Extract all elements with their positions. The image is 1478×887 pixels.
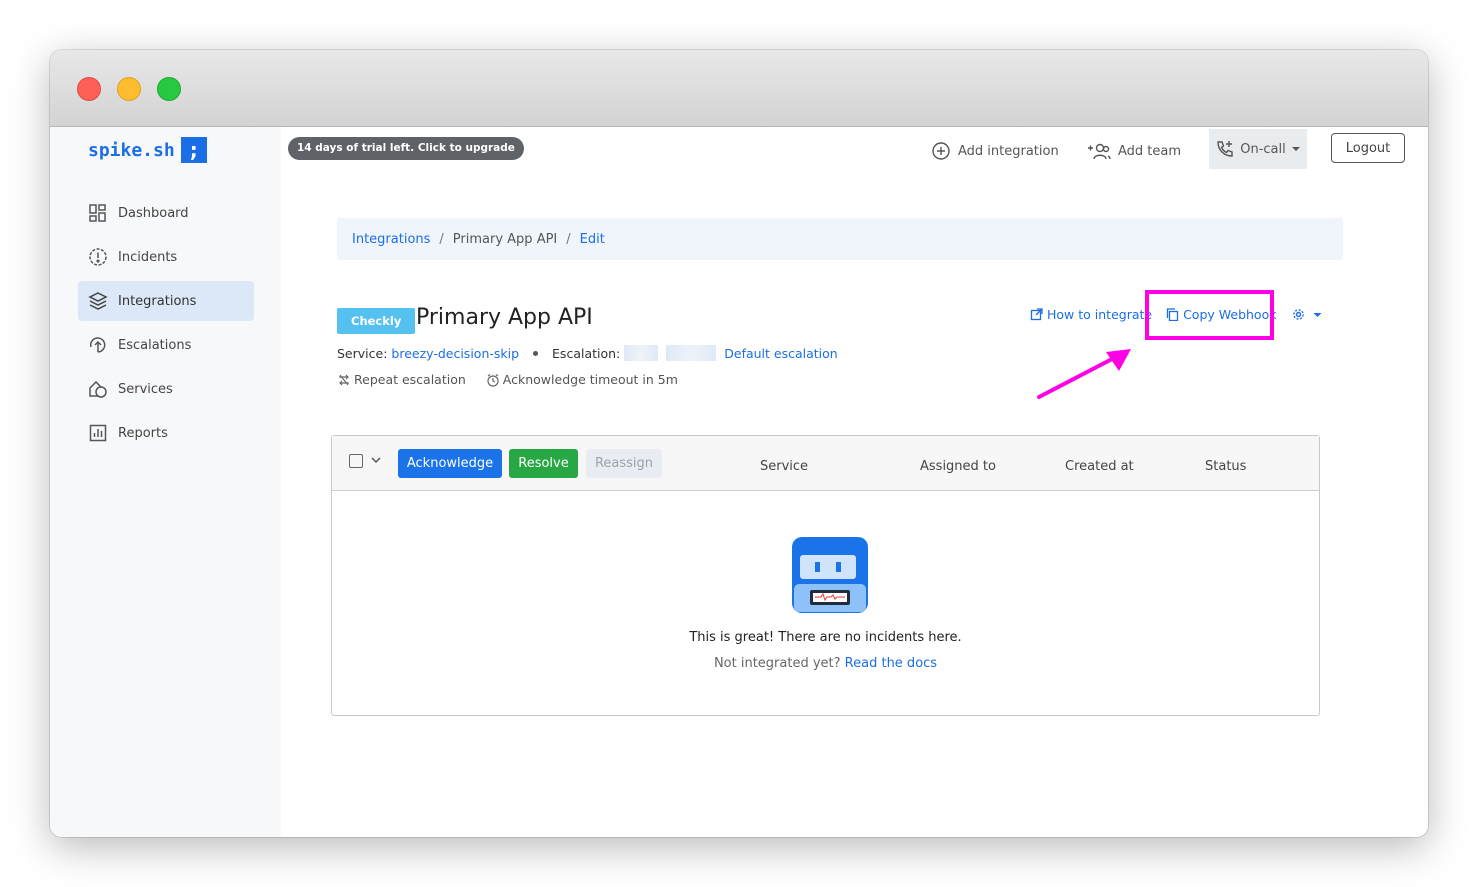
close-window-button[interactable] [77, 77, 101, 101]
sidebar: spike.sh ; Dashboard Incidents Integrati… [50, 127, 281, 837]
empty-state: This is great! There are no incidents he… [332, 536, 1319, 671]
resolve-button[interactable]: Resolve [509, 449, 578, 478]
app-root: spike.sh ; Dashboard Incidents Integrati… [50, 127, 1428, 837]
sidebar-nav: Dashboard Incidents Integrations Escalat… [78, 193, 254, 457]
plus-circle-icon [932, 142, 950, 160]
robot-illustration [791, 537, 868, 613]
add-integration-label: Add integration [958, 143, 1059, 159]
sidebar-item-integrations[interactable]: Integrations [78, 281, 254, 321]
logo[interactable]: spike.sh ; [88, 137, 207, 163]
sidebar-item-label: Escalations [118, 337, 192, 353]
column-header-created-at: Created at [1065, 459, 1134, 474]
sidebar-item-label: Integrations [118, 293, 197, 309]
integrations-icon [88, 292, 108, 310]
on-call-label: On-call [1240, 141, 1286, 157]
reports-icon [89, 424, 107, 442]
add-team-label: Add team [1118, 143, 1182, 159]
main-content: Integrations / Primary App API / Edit Ch… [281, 171, 1428, 837]
alarm-clock-icon [487, 373, 499, 387]
logo-text: spike.sh [88, 139, 175, 161]
breadcrumb-current-integration: Primary App API [452, 231, 558, 247]
escalation-link[interactable]: Default escalation [724, 346, 837, 361]
escalation-label: Escalation: [552, 345, 621, 361]
empty-state-hint: Not integrated yet? Read the docs [332, 656, 1319, 671]
redacted-avatar [666, 345, 717, 361]
table-header: Acknowledge Resolve Reassign Service Ass… [332, 436, 1319, 491]
page-title: Primary App API [416, 305, 593, 330]
sidebar-item-label: Dashboard [118, 205, 189, 221]
breadcrumb-separator: / [566, 231, 571, 247]
minimize-window-button[interactable] [117, 77, 141, 101]
redacted-avatar [624, 345, 659, 361]
on-call-dropdown[interactable]: On-call [1209, 129, 1307, 169]
read-docs-link[interactable]: Read the docs [845, 656, 937, 671]
column-header-service: Service [760, 459, 809, 474]
breadcrumb-separator: / [439, 231, 444, 247]
reassign-button[interactable]: Reassign [586, 449, 662, 478]
sidebar-item-incidents[interactable]: Incidents [78, 237, 254, 277]
caret-down-icon[interactable] [1311, 308, 1324, 321]
sidebar-item-reports[interactable]: Reports [78, 413, 254, 453]
column-header-status: Status [1205, 459, 1247, 474]
window-titlebar [50, 50, 1428, 127]
how-to-integrate-link[interactable]: How to integrate [1047, 307, 1152, 322]
top-bar: 14 days of trial left. Click to upgrade … [281, 127, 1428, 221]
add-integration-button[interactable]: Add integration [931, 132, 1059, 170]
column-header-assigned-to: Assigned to [920, 459, 996, 474]
add-team-icon [1088, 143, 1111, 160]
sidebar-item-label: Reports [118, 425, 168, 441]
integration-meta: Service: breezy-decision-skip Escalation… [337, 345, 838, 361]
repeat-escalation-text: Repeat escalation [354, 372, 466, 387]
trial-banner[interactable]: 14 days of trial left. Click to upgrade [288, 137, 524, 160]
repeat-icon [339, 374, 349, 385]
external-link-icon [1030, 308, 1043, 321]
sidebar-item-services[interactable]: Services [78, 369, 254, 409]
not-integrated-text: Not integrated yet? [713, 656, 841, 671]
caret-down-icon [1291, 147, 1300, 151]
sidebar-item-label: Incidents [118, 249, 178, 265]
breadcrumb-integrations[interactable]: Integrations [352, 232, 430, 247]
service-link[interactable]: breezy-decision-skip [391, 346, 519, 361]
ack-timeout-text: Acknowledge timeout in 5m [502, 372, 678, 387]
incidents-icon [89, 248, 107, 266]
separator-dot [533, 350, 539, 356]
escalations-icon [89, 337, 106, 353]
select-all-checkbox[interactable] [349, 454, 363, 468]
logo-mark: ; [180, 137, 207, 163]
dashboard-icon [89, 204, 106, 222]
browser-window: spike.sh ; Dashboard Incidents Integrati… [50, 50, 1428, 837]
service-label: Service: [337, 345, 388, 361]
gear-icon[interactable] [1292, 308, 1305, 321]
add-team-button[interactable]: Add team [1087, 132, 1181, 170]
breadcrumb: Integrations / Primary App API / Edit [337, 218, 1343, 260]
logout-button[interactable]: Logout [1331, 133, 1405, 163]
acknowledge-button[interactable]: Acknowledge [398, 449, 502, 478]
sidebar-item-label: Services [118, 381, 173, 397]
breadcrumb-edit[interactable]: Edit [580, 232, 605, 247]
chevron-down-icon[interactable] [370, 454, 382, 469]
empty-state-message: This is great! There are no incidents he… [689, 630, 962, 645]
sidebar-item-escalations[interactable]: Escalations [78, 325, 254, 365]
phone-plus-icon [1217, 141, 1233, 157]
highlight-box [1145, 290, 1274, 340]
incidents-panel: Acknowledge Resolve Reassign Service Ass… [331, 435, 1320, 716]
services-icon [89, 380, 107, 398]
annotation-arrow [1037, 349, 1131, 399]
maximize-window-button[interactable] [157, 77, 181, 101]
integration-type-badge: Checkly [337, 308, 416, 334]
sidebar-item-dashboard[interactable]: Dashboard [78, 193, 254, 233]
escalation-settings: Repeat escalation Acknowledge timeout in… [337, 372, 678, 387]
